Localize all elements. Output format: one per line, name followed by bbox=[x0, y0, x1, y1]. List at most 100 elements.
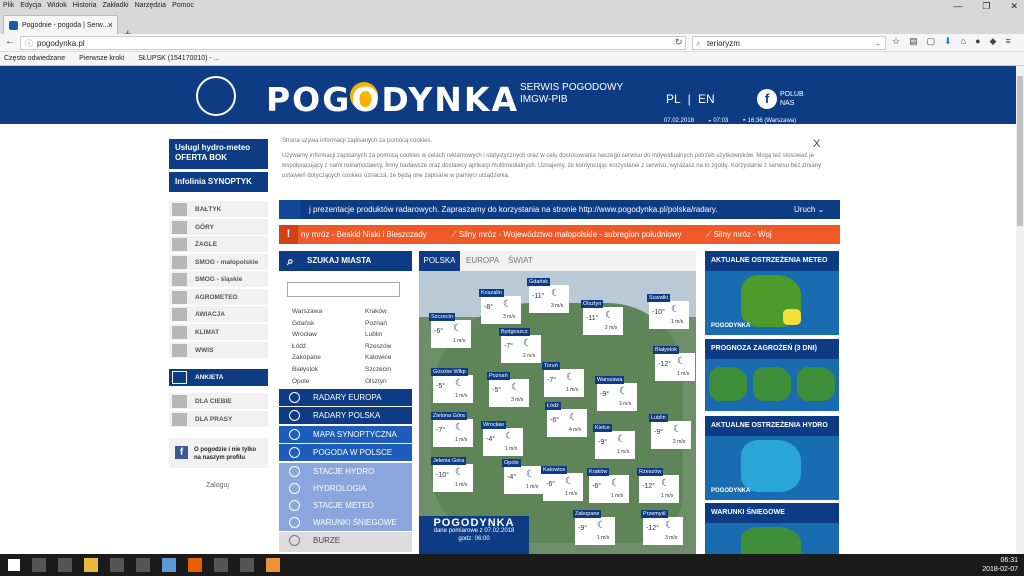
sidebar-item-smog-malopolskie[interactable]: SMOG - małopolskie bbox=[169, 254, 268, 271]
city-weather-marker[interactable]: Gorzów Wlkp -5° ☾ 1 m/s bbox=[431, 368, 473, 403]
threat-forecast-maps[interactable] bbox=[705, 359, 839, 411]
city-search-input[interactable] bbox=[287, 282, 400, 297]
link-mapa-synoptyczna[interactable]: MAPA SYNOPTYCZNA bbox=[279, 426, 412, 443]
app-icon[interactable] bbox=[136, 558, 150, 572]
city-link[interactable]: Wrocław bbox=[292, 329, 365, 341]
sidebar-item-dla-ciebie[interactable]: DLA CIEBIE bbox=[169, 393, 268, 410]
folder-icon[interactable] bbox=[84, 558, 98, 572]
hydro-warnings-header[interactable]: AKTUALNE OSTRZEŻENIA HYDRO bbox=[705, 416, 839, 436]
info-ticker[interactable]: j prezentacje produktów radarowych. Zapr… bbox=[279, 200, 840, 219]
mail-icon[interactable] bbox=[110, 558, 124, 572]
hamburger-menu-icon[interactable]: ≡ bbox=[1005, 36, 1010, 47]
city-weather-marker[interactable]: Katowice -6° ☾ 1 m/s bbox=[541, 466, 583, 501]
tab-polska[interactable]: POLSKA bbox=[419, 251, 460, 271]
link-stacje-meteo[interactable]: STACJE METEO bbox=[279, 497, 412, 514]
maximize-icon[interactable]: ❐ bbox=[982, 0, 990, 12]
snow-conditions-map[interactable] bbox=[705, 523, 839, 567]
city-weather-marker[interactable]: Kraków -6° ☾ 1 m/s bbox=[587, 468, 629, 503]
tab-swiat[interactable]: ŚWIAT bbox=[508, 251, 533, 271]
menu-tools[interactable]: Narzędzia bbox=[135, 0, 167, 12]
city-weather-marker[interactable]: Zielona Góra -7° ☾ 1 m/s bbox=[431, 412, 473, 447]
page-scrollbar[interactable] bbox=[1016, 66, 1024, 554]
link-hydrologia[interactable]: HYDROLOGIA bbox=[279, 480, 412, 497]
city-link[interactable]: Poznań bbox=[365, 318, 405, 330]
system-tray[interactable]: 06:31 2018-02-07 bbox=[982, 556, 1018, 574]
sidebar-item-dla-prasy[interactable]: DLA PRASY bbox=[169, 411, 268, 428]
menu-help[interactable]: Pomoc bbox=[172, 0, 194, 12]
meteo-warnings-map[interactable]: POGODYNKA bbox=[705, 271, 839, 335]
search-go-icon[interactable]: → bbox=[873, 37, 881, 50]
sidebar-item-baltyk[interactable]: BAŁTYK bbox=[169, 201, 268, 218]
bookmark-item[interactable]: Pierwsze kroki bbox=[79, 52, 124, 65]
city-link[interactable]: Lublin bbox=[365, 329, 405, 341]
sidebar-item-smog-slaskie[interactable]: SMOG - śląskie bbox=[169, 271, 268, 288]
hydro-warnings-map[interactable]: POGODYNKA bbox=[705, 436, 839, 500]
city-weather-marker[interactable]: Gdańsk -11° ☾ 3 m/s bbox=[527, 278, 569, 313]
city-link[interactable]: Olsztyn bbox=[365, 376, 405, 388]
link-radary-europa[interactable]: RADARY EUROPA bbox=[279, 389, 412, 406]
url-bar[interactable]: ⓘ pogodynka.pl ··· bbox=[20, 36, 686, 50]
ankieta-button[interactable]: ANKIETA bbox=[169, 369, 268, 386]
city-link[interactable]: Opole bbox=[292, 376, 365, 388]
city-link[interactable]: Warszawa bbox=[292, 306, 365, 318]
city-weather-marker[interactable]: Suwałki -10° ☾ 1 m/s bbox=[647, 294, 689, 329]
sidebar-item-awiacja[interactable]: AWIACJA bbox=[169, 306, 268, 323]
lang-pl[interactable]: PL bbox=[666, 92, 680, 106]
task-view-icon[interactable] bbox=[58, 558, 72, 572]
lang-en[interactable]: EN bbox=[698, 92, 715, 106]
menu-view[interactable]: Widok bbox=[47, 0, 66, 12]
menu-edit[interactable]: Edycja bbox=[20, 0, 41, 12]
link-burze[interactable]: BURZE bbox=[279, 532, 412, 552]
link-warunki-sniegowe[interactable]: WARUNKI ŚNIEGOWE bbox=[279, 514, 412, 531]
sidebar-item-gory[interactable]: GÓRY bbox=[169, 219, 268, 236]
home-icon[interactable]: ⌂ bbox=[961, 36, 966, 47]
scrollbar-thumb[interactable] bbox=[1017, 76, 1023, 226]
city-weather-marker[interactable]: Przemyśl -12° ☾ 3 m/s bbox=[641, 510, 683, 545]
chevron-down-icon[interactable]: ⌄ bbox=[818, 205, 825, 214]
city-weather-marker[interactable]: Białystok -12° ☾ 1 m/s bbox=[653, 346, 695, 381]
search-input[interactable]: ⌕ terioryzm → bbox=[692, 36, 886, 50]
bookmark-item[interactable]: SŁUPSK (154170010) - ... bbox=[138, 52, 219, 65]
city-weather-marker[interactable]: Szczecin -6° ☾ 1 m/s bbox=[429, 313, 471, 348]
app-icon[interactable] bbox=[162, 558, 176, 572]
app-icon[interactable] bbox=[214, 558, 228, 572]
link-radary-polska[interactable]: RADARY POLSKA bbox=[279, 407, 412, 424]
windows-start-icon[interactable] bbox=[8, 559, 20, 571]
app-icon[interactable] bbox=[266, 558, 280, 572]
city-weather-marker[interactable]: Jelenia Góra -10° ☾ 1 m/s bbox=[431, 457, 473, 492]
tab-europa[interactable]: EUROPA bbox=[466, 251, 499, 271]
sidebar-item-wwis[interactable]: WWIS bbox=[169, 342, 268, 359]
city-weather-marker[interactable]: Koszalin -8° ☾ 3 m/s bbox=[479, 289, 521, 324]
facebook-icon[interactable]: f bbox=[757, 89, 777, 109]
city-weather-marker[interactable]: Warszawa -9° ☾ 3 m/s bbox=[595, 376, 637, 411]
synoptyk-button[interactable]: Infolinia SYNOPTYK bbox=[169, 172, 268, 192]
city-link[interactable]: Białystok bbox=[292, 364, 365, 376]
close-tab-icon[interactable]: × bbox=[108, 16, 113, 35]
menu-bookmarks[interactable]: Zakładki bbox=[102, 0, 128, 12]
city-weather-marker[interactable]: Bydgoszcz -7° ☾ 2 m/s bbox=[499, 328, 541, 363]
firefox-icon[interactable] bbox=[188, 558, 202, 572]
bookmark-item[interactable]: Często odwiedzane bbox=[4, 52, 65, 65]
link-stacje-hydro[interactable]: STACJE HYDRO bbox=[279, 463, 412, 480]
login-link[interactable]: Zaloguj bbox=[206, 482, 229, 489]
download-icon[interactable]: ⬇ bbox=[944, 36, 952, 47]
city-weather-marker[interactable]: Poznań -5° ☾ 3 m/s bbox=[487, 372, 529, 407]
city-link[interactable]: Zakopane bbox=[292, 352, 365, 364]
imgw-logo[interactable] bbox=[196, 76, 236, 116]
city-link[interactable]: Gdańsk bbox=[292, 318, 365, 330]
sidebar-item-agrometeo[interactable]: AGROMETEO bbox=[169, 289, 268, 306]
sidebar-item-klimat[interactable]: KLIMAT bbox=[169, 324, 268, 341]
city-weather-marker[interactable]: Kielce -9° ☾ 1 m/s bbox=[593, 424, 635, 459]
close-window-icon[interactable]: ✕ bbox=[1010, 0, 1018, 12]
facebook-profile-box[interactable]: f O pogodzie i nie tylko na naszym profil… bbox=[169, 438, 268, 468]
warning-ticker[interactable]: ! ny mróz - Beskid Niski i Bieszczady ⟋ … bbox=[279, 225, 840, 244]
browser-tab[interactable]: Pogodnie - pogoda | Serw... × bbox=[3, 15, 118, 34]
menu-history[interactable]: Historia bbox=[73, 0, 97, 12]
brand-logo[interactable]: POGODYNKA bbox=[266, 80, 519, 119]
city-link[interactable]: Kraków bbox=[365, 306, 405, 318]
city-link[interactable]: Rzeszów bbox=[365, 341, 405, 353]
city-link[interactable]: Katowice bbox=[365, 352, 405, 364]
shield-icon[interactable]: ◆ bbox=[990, 36, 997, 47]
city-weather-marker[interactable]: Rzeszów -12° ☾ 1 m/s bbox=[637, 468, 679, 503]
poland-weather-map[interactable]: Gdańsk -11° ☾ 3 m/s Szczecin -6° ☾ 1 m/s Koszali… bbox=[419, 271, 696, 554]
